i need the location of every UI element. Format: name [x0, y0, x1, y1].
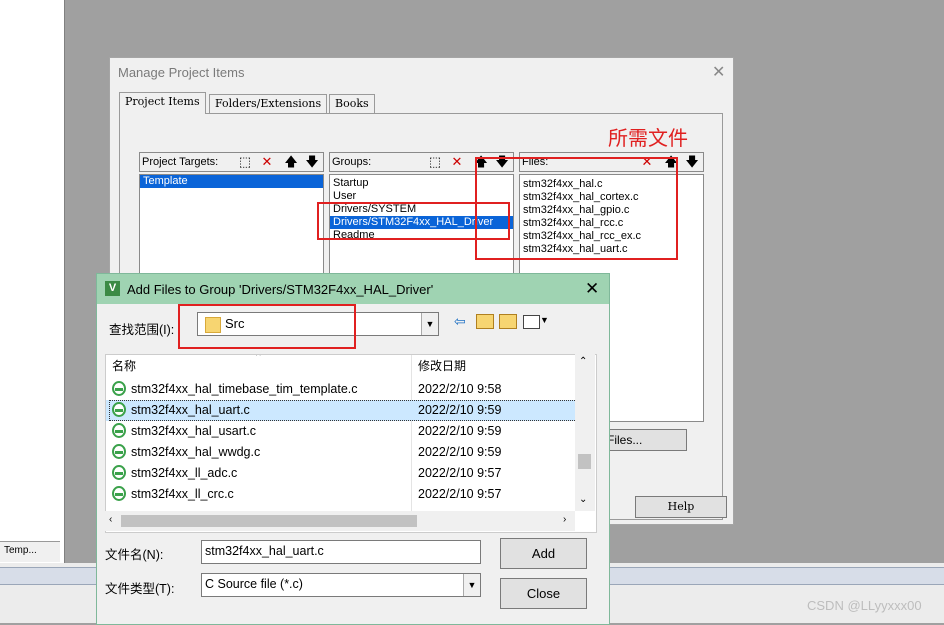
- scroll-down-icon[interactable]: ⌄: [579, 494, 587, 505]
- move-down-icon[interactable]: 🡇: [684, 154, 700, 170]
- scroll-right-icon[interactable]: ›: [563, 514, 566, 525]
- filetype-label: 文件类型(T):: [105, 582, 175, 596]
- file-name: stm32f4xx_ll_crc.c: [131, 487, 234, 501]
- file-name: stm32f4xx_hal_wwdg.c: [131, 445, 261, 459]
- close-icon[interactable]: ✕: [585, 279, 599, 299]
- tab-folders-extensions[interactable]: Folders/Extensions: [209, 94, 328, 113]
- filename-label: 文件名(N):: [105, 548, 164, 562]
- watermark: CSDN @LLyyxxx00: [807, 598, 922, 613]
- file-date: 2022/2/10 9:57: [418, 466, 502, 480]
- chevron-down-icon[interactable]: ▼: [463, 574, 480, 596]
- file-date: 2022/2/10 9:59: [418, 445, 502, 459]
- column-header-name[interactable]: 名称: [112, 357, 136, 374]
- file-date: 2022/2/10 9:57: [418, 487, 502, 501]
- close-icon[interactable]: ✕: [712, 62, 725, 82]
- filetype-dropdown[interactable]: C Source file (*.c) ▼: [201, 573, 481, 597]
- tab-books[interactable]: Books: [329, 94, 375, 113]
- close-button[interactable]: Close: [500, 578, 587, 609]
- filetype-value: C Source file (*.c): [205, 577, 303, 591]
- highlight-box-group: [317, 202, 510, 240]
- chevron-down-icon[interactable]: ▼: [540, 315, 549, 325]
- file-date: 2022/2/10 9:58: [418, 382, 502, 396]
- list-item[interactable]: stm32f4xx_hal_usart.c 2022/2/10 9:59: [106, 421, 576, 442]
- c-source-file-icon: [112, 381, 126, 396]
- groups-label: Groups:: [332, 156, 372, 168]
- file-list[interactable]: 名称 ^ 修改日期 stm32f4xx_hal_timebase_tim_tem…: [105, 354, 597, 533]
- list-item[interactable]: stm32f4xx_ll_adc.c 2022/2/10 9:57: [106, 463, 576, 484]
- c-source-file-icon: [112, 486, 126, 501]
- view-menu-icon[interactable]: [523, 315, 540, 329]
- file-name: stm32f4xx_hal_usart.c: [131, 424, 257, 438]
- delete-icon[interactable]: ✕: [449, 154, 465, 170]
- list-item[interactable]: stm32f4xx_ll_crc.c 2022/2/10 9:57: [106, 484, 576, 505]
- project-targets-label: Project Targets:: [142, 156, 219, 168]
- tab-project-items[interactable]: Project Items: [119, 92, 206, 114]
- add-files-dialog: V Add Files to Group 'Drivers/STM32F4xx_…: [96, 273, 610, 625]
- delete-icon[interactable]: ✕: [259, 154, 275, 170]
- c-source-file-icon: [112, 423, 126, 438]
- new-folder-icon[interactable]: [499, 314, 517, 329]
- c-source-file-icon: [112, 465, 126, 480]
- back-icon[interactable]: ⇦: [454, 313, 466, 330]
- list-item[interactable]: stm32f4xx_hal_wwdg.c 2022/2/10 9:59: [106, 442, 576, 463]
- highlight-box-folder: [178, 304, 356, 349]
- move-up-icon[interactable]: 🡅: [283, 154, 299, 170]
- sort-up-icon: ^: [256, 354, 261, 362]
- add-files-button[interactable]: Files...: [600, 429, 687, 451]
- project-window-pane: Temp...: [0, 0, 65, 563]
- filename-value: stm32f4xx_hal_uart.c: [205, 544, 324, 558]
- file-date: 2022/2/10 9:59: [418, 403, 502, 417]
- filename-input[interactable]: stm32f4xx_hal_uart.c: [201, 540, 481, 564]
- project-tab-label: Temp...: [4, 545, 37, 556]
- c-source-file-icon: [112, 444, 126, 459]
- new-icon[interactable]: ⬚: [427, 154, 443, 170]
- look-in-label: 查找范围(I):: [109, 323, 175, 337]
- scroll-left-icon[interactable]: ‹: [109, 514, 112, 525]
- new-icon[interactable]: ⬚: [237, 154, 253, 170]
- file-name: stm32f4xx_hal_uart.c: [131, 403, 250, 417]
- list-item-selected[interactable]: stm32f4xx_hal_uart.c 2022/2/10 9:59: [106, 400, 577, 421]
- dialog-title: Manage Project Items: [118, 65, 245, 80]
- project-targets-list[interactable]: Template: [139, 174, 324, 274]
- scroll-thumb[interactable]: [578, 454, 591, 469]
- scroll-up-icon[interactable]: ⌃: [579, 356, 587, 367]
- file-date: 2022/2/10 9:59: [418, 424, 502, 438]
- column-header-date[interactable]: 修改日期: [418, 357, 466, 374]
- help-button[interactable]: Help: [635, 496, 727, 518]
- vertical-scrollbar[interactable]: ⌃ ⌄: [575, 354, 595, 511]
- horizontal-scrollbar[interactable]: ‹ ›: [105, 511, 575, 531]
- file-name: stm32f4xx_ll_adc.c: [131, 466, 238, 480]
- chevron-down-icon[interactable]: ▼: [421, 313, 438, 335]
- dialog-title: Add Files to Group 'Drivers/STM32F4xx_HA…: [127, 282, 434, 297]
- project-tab[interactable]: Temp...: [0, 541, 60, 562]
- add-button[interactable]: Add: [500, 538, 587, 569]
- list-item[interactable]: Template: [140, 175, 323, 188]
- list-item[interactable]: stm32f4xx_hal_timebase_tim_template.c 20…: [106, 379, 576, 400]
- scroll-thumb[interactable]: [121, 515, 417, 527]
- project-targets-header: Project Targets: ⬚ ✕ 🡅 🡇: [139, 152, 324, 172]
- keil-logo-icon: V: [105, 281, 120, 296]
- project-tree-area: [0, 0, 62, 540]
- annotation-label: 所需文件: [608, 126, 688, 150]
- file-name: stm32f4xx_hal_timebase_tim_template.c: [131, 382, 358, 396]
- move-down-icon[interactable]: 🡇: [304, 154, 320, 170]
- up-folder-icon[interactable]: [476, 314, 494, 329]
- c-source-file-icon: [112, 402, 126, 417]
